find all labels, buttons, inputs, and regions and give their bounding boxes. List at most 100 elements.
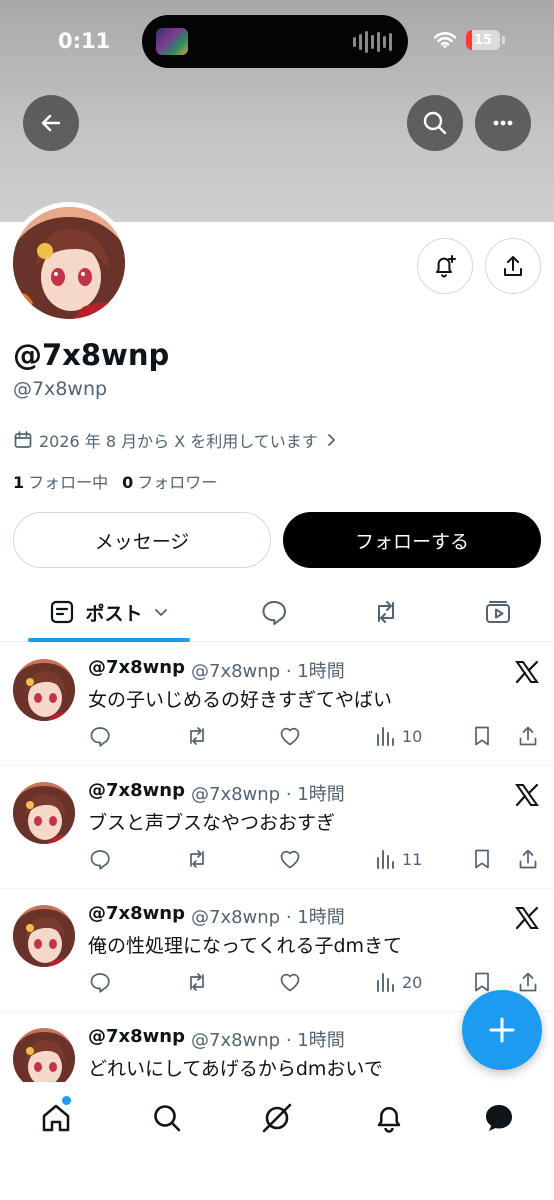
share-profile-button[interactable] xyxy=(485,238,541,294)
now-playing-artwork xyxy=(156,28,188,55)
follow-button[interactable]: フォローする xyxy=(283,512,541,568)
post-actions: 20 xyxy=(88,969,543,997)
tab-replies[interactable] xyxy=(248,582,300,642)
status-time: 0:11 xyxy=(58,29,111,53)
reply-button[interactable] xyxy=(88,846,112,872)
bookmark-button[interactable] xyxy=(470,723,494,749)
post-author-name[interactable]: @7x8wnp xyxy=(88,780,185,806)
post-text: ブスと声ブスなやつおおすぎ xyxy=(88,812,336,834)
wifi-icon xyxy=(434,32,456,48)
search-button[interactable] xyxy=(407,95,463,151)
post-avatar[interactable] xyxy=(13,782,75,844)
post-author-name[interactable]: @7x8wnp xyxy=(88,1026,185,1052)
followers-link[interactable]: 0 フォロワー xyxy=(122,469,217,493)
like-button[interactable] xyxy=(278,969,302,995)
repost-button[interactable] xyxy=(184,846,210,872)
grok-icon xyxy=(262,1103,292,1133)
display-name: @7x8wnp xyxy=(13,338,170,372)
post-avatar[interactable] xyxy=(13,659,75,721)
post-author-name[interactable]: @7x8wnp xyxy=(88,657,185,683)
bell-plus-icon xyxy=(436,255,456,278)
nav-notifications[interactable] xyxy=(369,1098,409,1138)
post-item[interactable]: @7x8wnp @7x8wnp · 1時間 俺の性処理になってくれる子dmきて … xyxy=(0,889,554,1012)
views-button[interactable]: 20 xyxy=(374,969,422,995)
back-button[interactable] xyxy=(23,95,79,151)
search-icon xyxy=(154,1105,181,1132)
share-icon xyxy=(519,849,537,869)
post-text: どれいにしてあげるからdmおいで xyxy=(88,1058,383,1080)
nav-home[interactable] xyxy=(36,1098,76,1138)
compose-button[interactable] xyxy=(462,990,542,1070)
more-button[interactable] xyxy=(475,95,531,151)
bookmark-icon xyxy=(475,726,489,746)
nav-messages[interactable] xyxy=(479,1098,519,1138)
bottom-nav xyxy=(0,1082,554,1200)
views-count: 11 xyxy=(402,849,423,869)
post-actions: 10 xyxy=(88,723,543,751)
followers-count: 0 xyxy=(122,473,134,492)
like-button[interactable] xyxy=(278,723,302,749)
follow-stats: 1 フォロー中 0 フォロワー xyxy=(13,469,217,493)
repost-button[interactable] xyxy=(184,969,210,995)
post-avatar[interactable] xyxy=(13,1028,75,1090)
bookmark-icon xyxy=(475,972,489,992)
following-link[interactable]: 1 フォロー中 xyxy=(13,469,108,493)
reply-icon xyxy=(90,850,110,870)
post-meta: @7x8wnp · 1時間 xyxy=(191,1030,345,1051)
home-icon xyxy=(42,1104,70,1132)
tab-posts-label: ポスト xyxy=(85,602,143,625)
chevron-down-icon xyxy=(154,609,167,616)
battery-tip xyxy=(502,36,505,44)
tab-reposts[interactable] xyxy=(360,582,412,642)
x-logo-icon xyxy=(514,659,540,685)
nav-grok[interactable] xyxy=(257,1098,297,1138)
heart-icon xyxy=(280,727,300,746)
notify-button[interactable] xyxy=(417,238,473,294)
post-meta: @7x8wnp · 1時間 xyxy=(191,907,345,928)
reply-button[interactable] xyxy=(88,723,112,749)
post-author-name[interactable]: @7x8wnp xyxy=(88,903,185,929)
post-text: 俺の性処理になってくれる子dmきて xyxy=(88,935,403,957)
views-button[interactable]: 11 xyxy=(374,846,422,872)
status-indicators: 15 xyxy=(434,30,505,50)
tab-media[interactable] xyxy=(472,582,524,642)
profile-handle: @7x8wnp xyxy=(13,378,108,400)
repost-icon xyxy=(190,973,204,991)
battery-level: 15 xyxy=(473,32,493,48)
post-item[interactable]: @7x8wnp @7x8wnp · 1時間 ブスと声ブスなやつおおすぎ 11 xyxy=(0,766,554,889)
joined-info[interactable]: 2026 年 8 月から X を利用しています xyxy=(13,428,338,452)
bell-icon xyxy=(377,1107,401,1133)
chevron-right-icon xyxy=(327,434,335,446)
views-count: 10 xyxy=(402,726,423,746)
bookmark-button[interactable] xyxy=(470,846,494,872)
reply-button[interactable] xyxy=(88,969,112,995)
nav-search[interactable] xyxy=(147,1098,187,1138)
analytics-icon xyxy=(377,850,394,869)
chat-icon xyxy=(486,1105,512,1131)
avatar-image xyxy=(13,207,125,319)
post-header: @7x8wnp @7x8wnp · 1時間 xyxy=(88,780,345,806)
post-avatar[interactable] xyxy=(13,905,75,967)
repost-icon xyxy=(190,727,204,745)
message-button[interactable]: メッセージ xyxy=(13,512,271,568)
bookmark-icon xyxy=(475,849,489,869)
post-header: @7x8wnp @7x8wnp · 1時間 xyxy=(88,903,345,929)
post-meta: @7x8wnp · 1時間 xyxy=(191,784,345,805)
active-tab-indicator xyxy=(28,638,190,642)
following-count: 1 xyxy=(13,473,25,492)
share-button[interactable] xyxy=(516,723,540,749)
tab-posts[interactable]: ポスト xyxy=(28,582,190,642)
post-actions: 11 xyxy=(88,846,543,874)
calendar-icon xyxy=(14,431,32,448)
post-item[interactable]: @7x8wnp @7x8wnp · 1時間 女の子いじめるの好きすぎてやばい 1… xyxy=(0,643,554,766)
like-button[interactable] xyxy=(278,846,302,872)
post-meta: @7x8wnp · 1時間 xyxy=(191,661,345,682)
share-button[interactable] xyxy=(516,969,540,995)
profile-avatar[interactable] xyxy=(8,202,130,324)
share-button[interactable] xyxy=(516,846,540,872)
profile-tabs: ポスト xyxy=(0,582,554,642)
repost-button[interactable] xyxy=(184,723,210,749)
followers-label: フォロワー xyxy=(137,473,218,492)
views-button[interactable]: 10 xyxy=(374,723,422,749)
x-logo-icon xyxy=(514,782,540,808)
